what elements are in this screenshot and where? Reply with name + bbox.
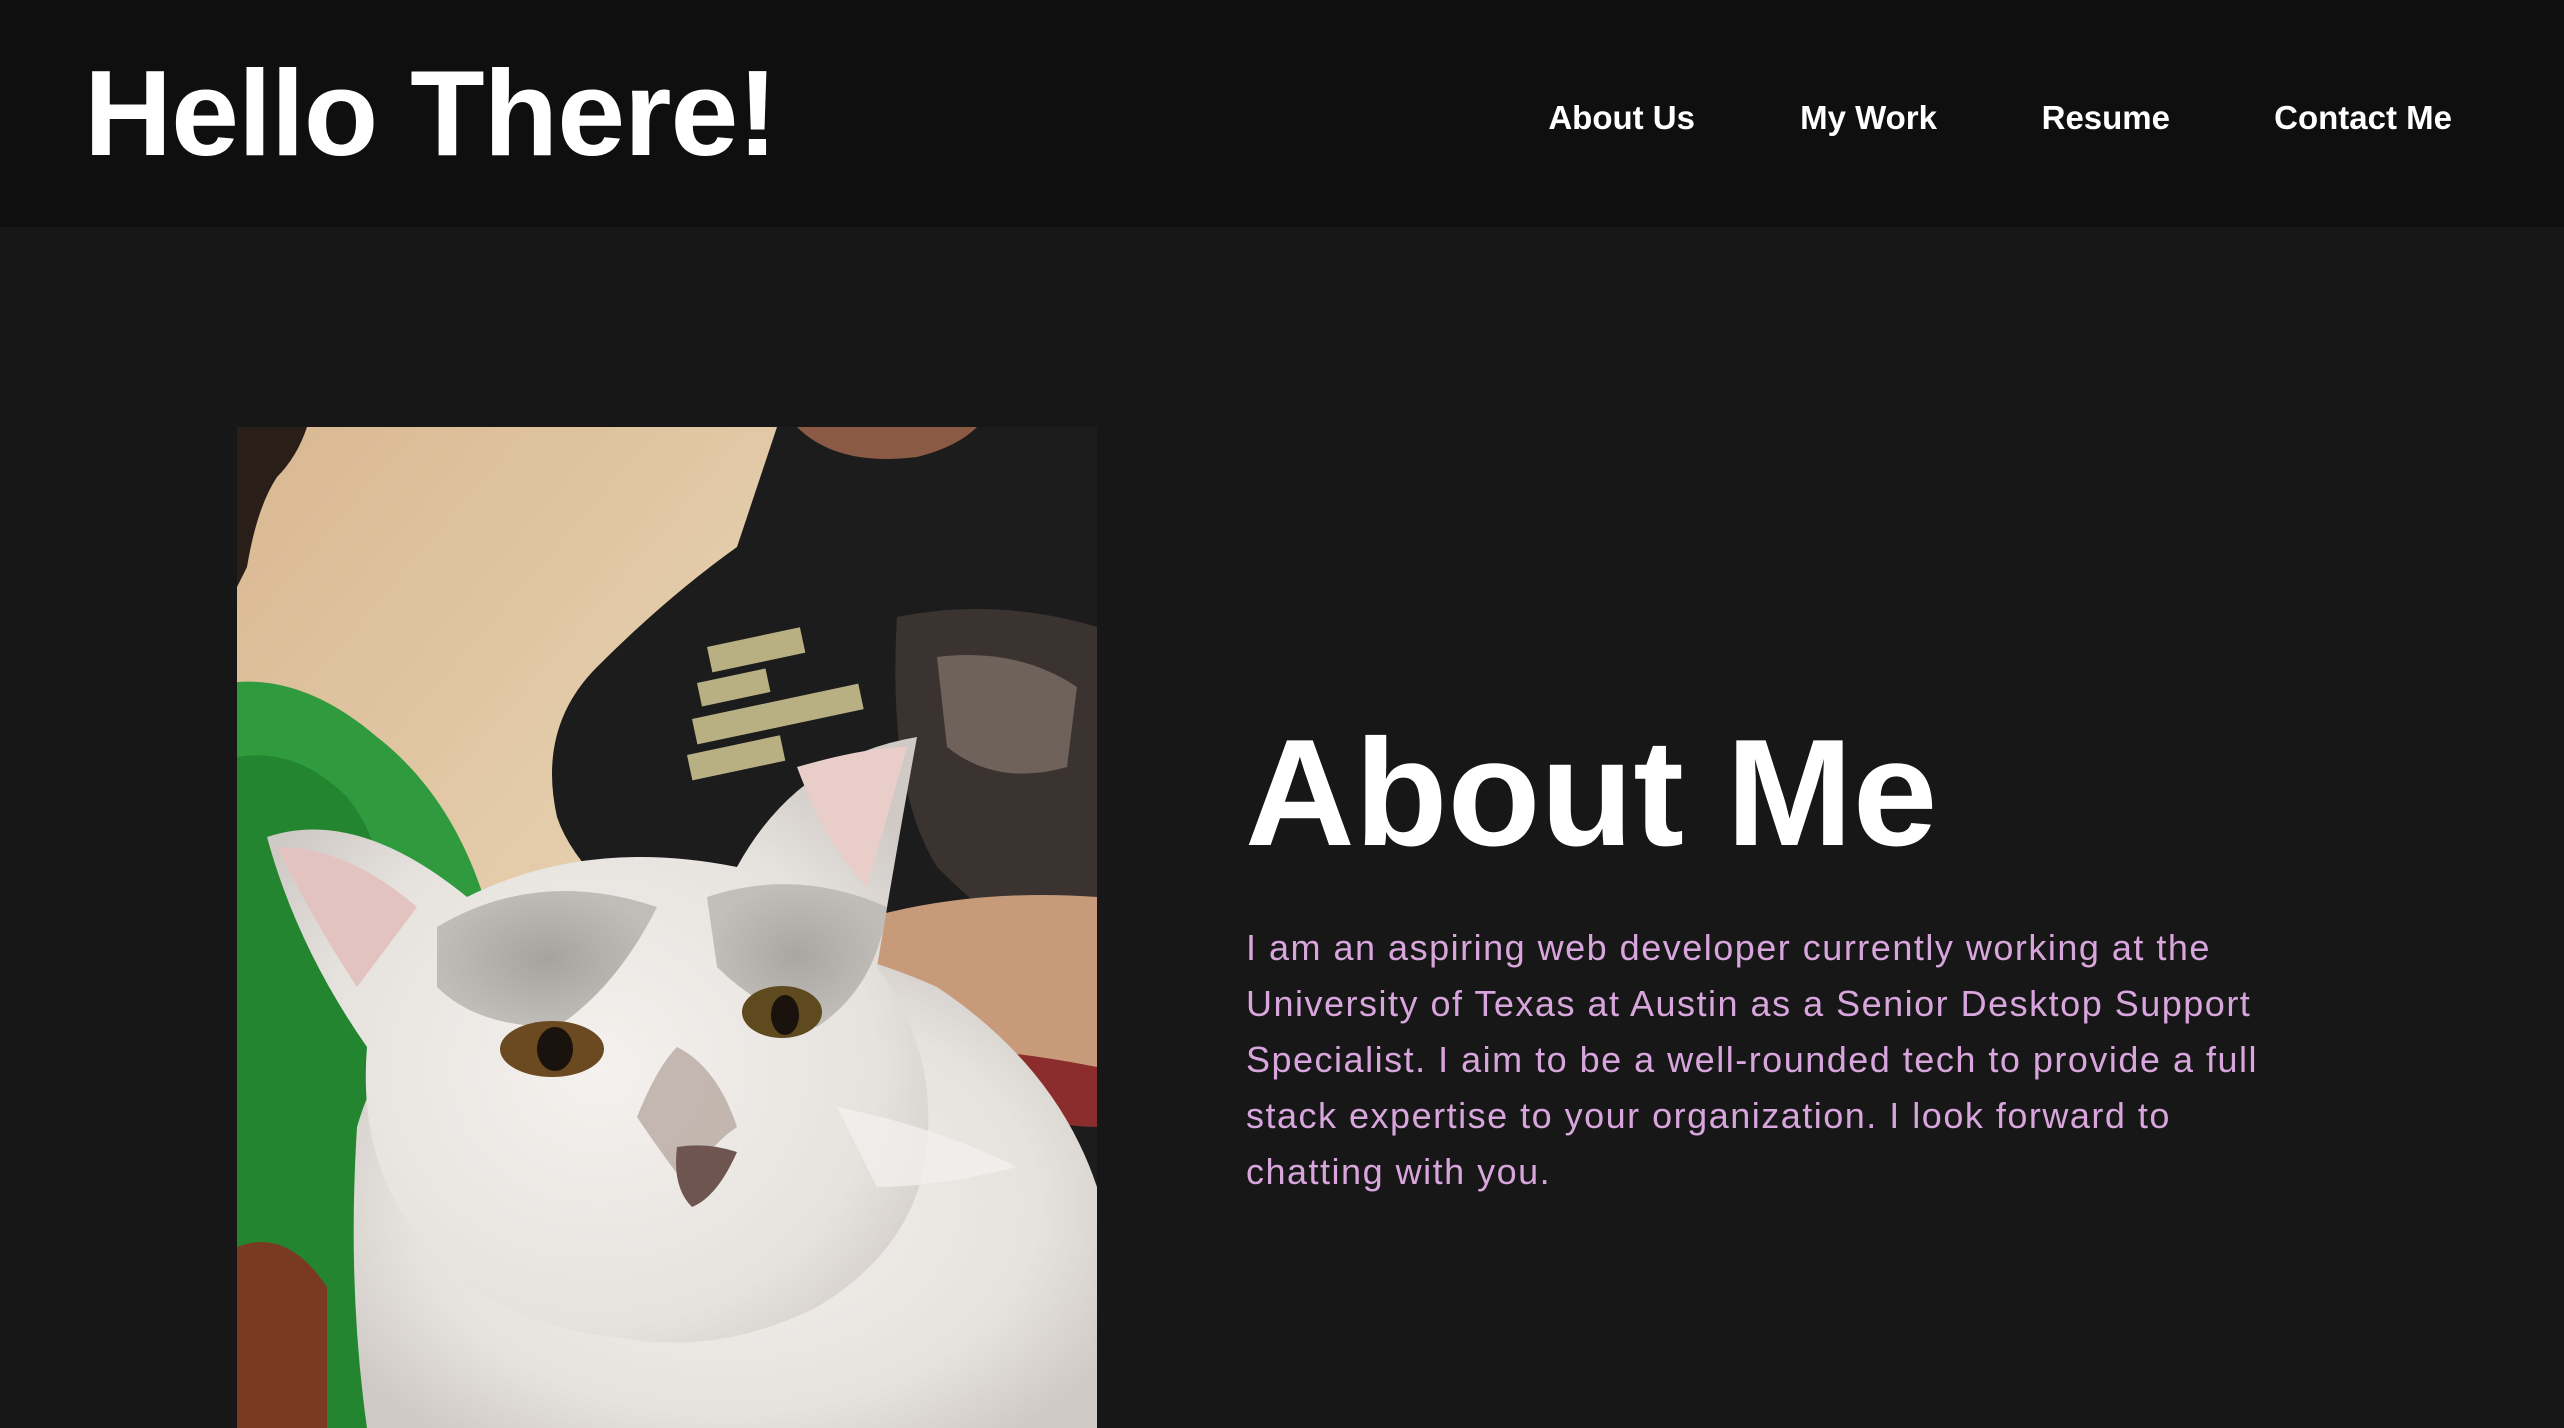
nav-resume[interactable]: Resume	[2042, 98, 2170, 138]
about-heading: About Me	[1245, 708, 1938, 878]
site-title: Hello There!	[84, 45, 778, 181]
about-description: I am an aspiring web developer currently…	[1246, 927, 2258, 1192]
profile-photo	[237, 427, 1097, 1428]
nav-my-work[interactable]: My Work	[1800, 98, 1937, 138]
site-header: Hello There! About Us My Work Resume Con…	[0, 0, 2564, 227]
nav-contact-me[interactable]: Contact Me	[2274, 98, 2452, 138]
about-section: About Me I am an aspiring web developer …	[0, 227, 2564, 1428]
nav-about-us[interactable]: About Us	[1548, 98, 1695, 138]
